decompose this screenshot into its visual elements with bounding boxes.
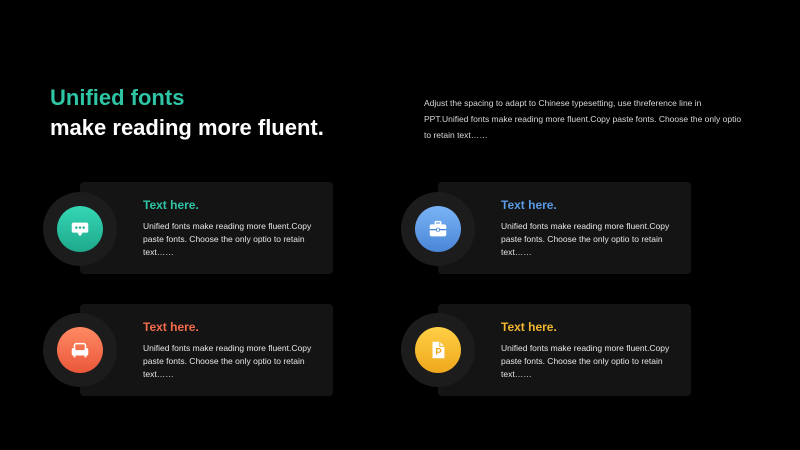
- feature-card-3: Text here. Unified fonts make reading mo…: [80, 304, 333, 396]
- icon-halo-1: [43, 192, 117, 266]
- feature-card-4: Text here. Unified fonts make reading mo…: [438, 304, 691, 396]
- intro-text: Adjust the spacing to adapt to Chinese t…: [424, 98, 742, 140]
- icon-halo-3: [43, 313, 117, 387]
- card-body: Unified fonts make reading more fluent.C…: [143, 343, 312, 379]
- document-icon: [415, 327, 461, 373]
- title-line-1: Unified fonts: [50, 85, 185, 110]
- chat-bubble-icon: [57, 206, 103, 252]
- icon-halo-4: [401, 313, 475, 387]
- sofa-icon: [57, 327, 103, 373]
- card-body: Unified fonts make reading more fluent.C…: [143, 221, 312, 257]
- feature-card-1: Text here. Unified fonts make reading mo…: [80, 182, 333, 274]
- briefcase-icon: [415, 206, 461, 252]
- feature-card-2: Text here. Unified fonts make reading mo…: [438, 182, 691, 274]
- title-line-2: make reading more fluent.: [50, 115, 324, 140]
- card-heading: Text here.: [501, 198, 557, 212]
- card-heading: Text here.: [143, 198, 199, 212]
- card-body: Unified fonts make reading more fluent.C…: [501, 343, 670, 379]
- card-heading: Text here.: [143, 320, 199, 334]
- icon-halo-2: [401, 192, 475, 266]
- card-heading: Text here.: [501, 320, 557, 334]
- card-body: Unified fonts make reading more fluent.C…: [501, 221, 670, 257]
